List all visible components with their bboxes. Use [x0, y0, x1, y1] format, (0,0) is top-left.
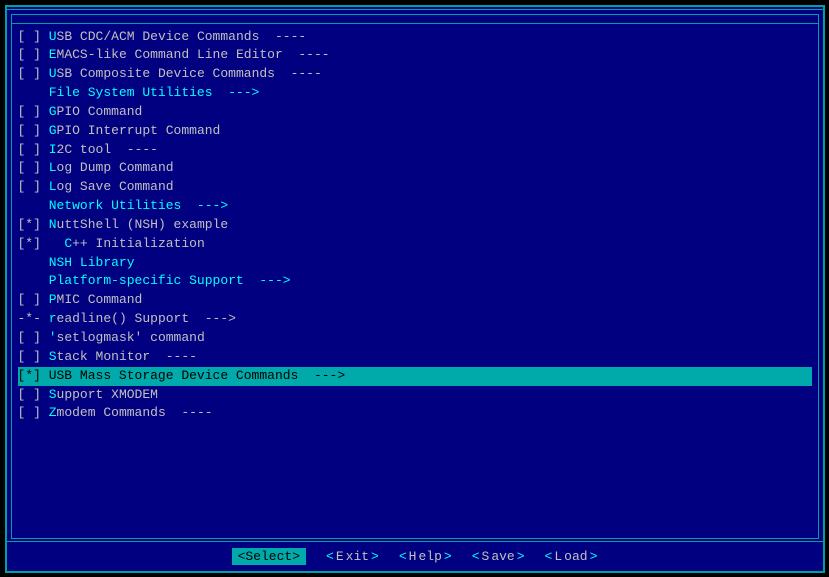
- menu-item[interactable]: [ ] Support XMODEM: [18, 386, 812, 405]
- menu-item[interactable]: [ ] GPIO Command: [18, 103, 812, 122]
- bottom-bar: <Select> < Exit > < Help > < Save > < Load >: [7, 541, 823, 571]
- menu-item[interactable]: [ ] Log Dump Command: [18, 159, 812, 178]
- bottom-button-save[interactable]: < Save >: [472, 548, 525, 565]
- bottom-button-load[interactable]: < Load >: [545, 548, 598, 565]
- bottom-button-select[interactable]: <Select>: [232, 548, 306, 565]
- menu-item[interactable]: [ ] Log Save Command: [18, 178, 812, 197]
- menu-item[interactable]: [ ] Stack Monitor ----: [18, 348, 812, 367]
- menu-item[interactable]: File System Utilities --->: [18, 84, 812, 103]
- menu-item[interactable]: NSH Library: [18, 254, 812, 273]
- menu-item[interactable]: [ ] EMACS-like Command Line Editor ----: [18, 46, 812, 65]
- menu-item[interactable]: [ ] PMIC Command: [18, 291, 812, 310]
- menu-area[interactable]: [ ] USB CDC/ACM Device Commands ----[ ] …: [12, 24, 818, 538]
- menu-item[interactable]: [*] NuttShell (NSH) example: [18, 216, 812, 235]
- menu-item[interactable]: [ ] GPIO Interrupt Command: [18, 122, 812, 141]
- menu-item[interactable]: Platform-specific Support --->: [18, 272, 812, 291]
- menu-item[interactable]: [*] C++ Initialization: [18, 235, 812, 254]
- menu-item[interactable]: [ ] Zmodem Commands ----: [18, 404, 812, 423]
- terminal-window: [ ] USB CDC/ACM Device Commands ----[ ] …: [5, 5, 825, 573]
- bottom-button-help[interactable]: < Help >: [399, 548, 452, 565]
- menu-item[interactable]: [*] USB Mass Storage Device Commands ---…: [18, 367, 812, 386]
- menu-item[interactable]: [ ] USB Composite Device Commands ----: [18, 65, 812, 84]
- bottom-button-exit[interactable]: < Exit >: [326, 548, 379, 565]
- menu-item[interactable]: [ ] 'setlogmask' command: [18, 329, 812, 348]
- menu-item[interactable]: -*- readline() Support --->: [18, 310, 812, 329]
- menu-item[interactable]: [ ] USB CDC/ACM Device Commands ----: [18, 28, 812, 47]
- menu-item[interactable]: [ ] I2C tool ----: [18, 141, 812, 160]
- main-content: [ ] USB CDC/ACM Device Commands ----[ ] …: [11, 14, 819, 539]
- menu-item[interactable]: Network Utilities --->: [18, 197, 812, 216]
- breadcrumb: [7, 10, 823, 12]
